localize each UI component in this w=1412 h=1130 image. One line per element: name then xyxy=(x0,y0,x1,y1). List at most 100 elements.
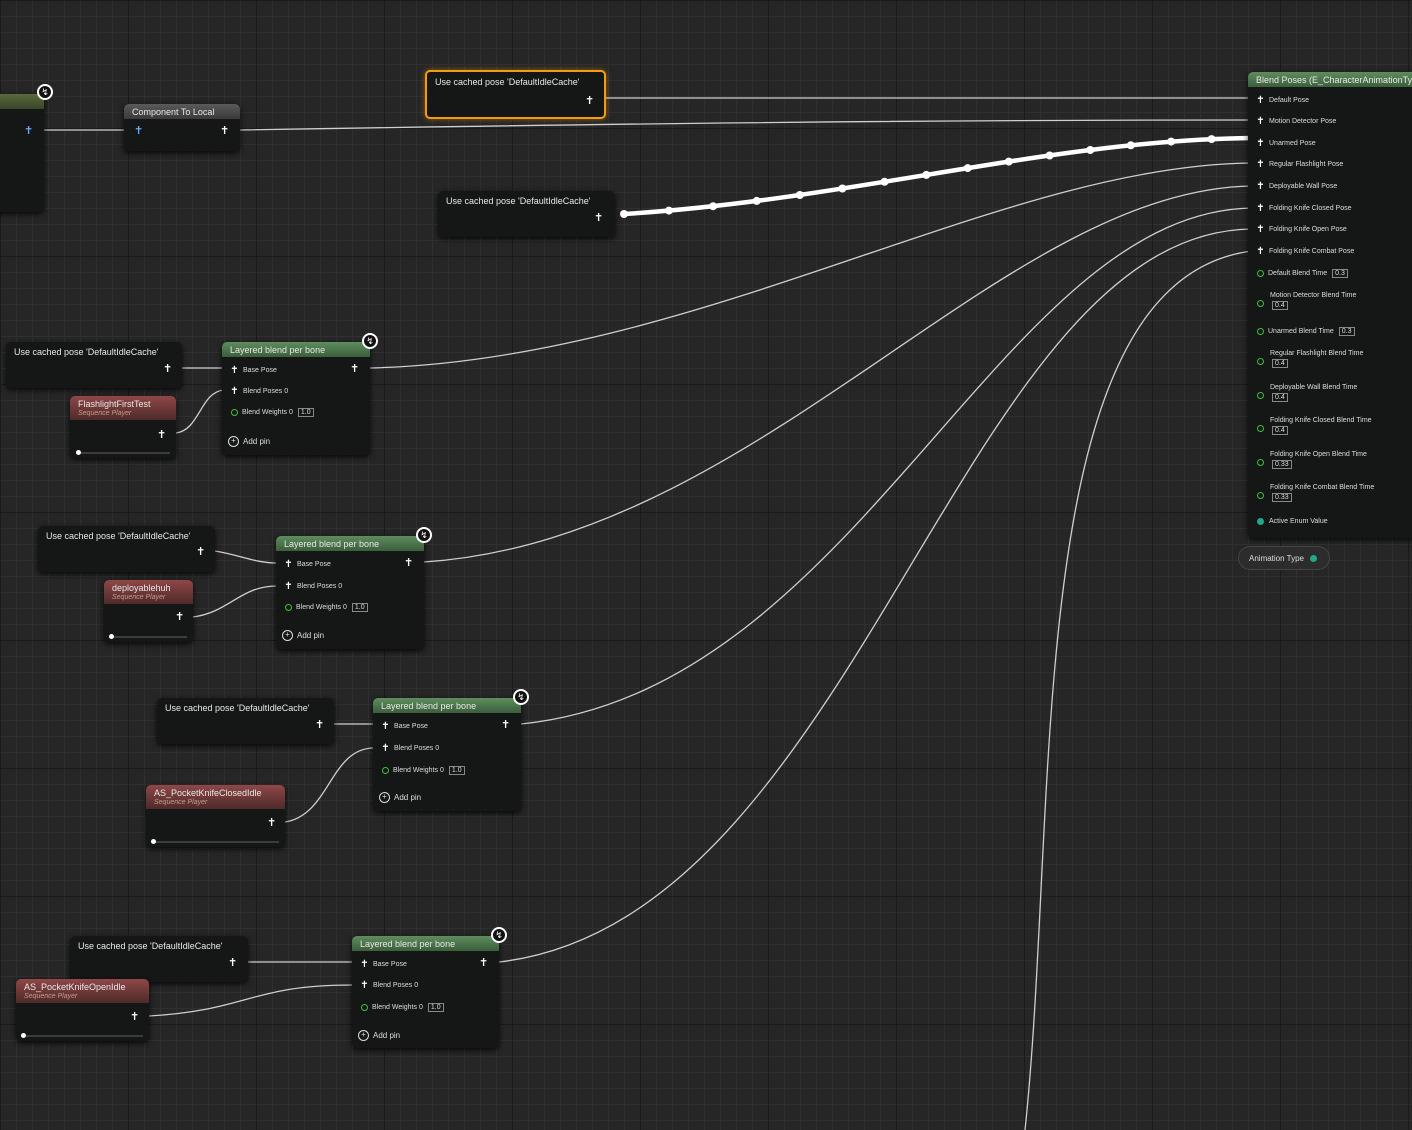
pose-pin-icon[interactable]: ✝ xyxy=(24,126,33,137)
sequence-player-node-3[interactable]: AS_PocketKnifeClosedIdle Sequence Player … xyxy=(146,785,285,847)
sequence-player-node-1[interactable]: FlashlightFirstTest Sequence Player ✝ xyxy=(70,396,176,458)
node-title: Use cached pose 'DefaultIdleCache' xyxy=(14,347,159,357)
cached-pose-node-unarmed[interactable]: Use cached pose 'DefaultIdleCache' ✝ xyxy=(438,191,615,237)
wire-flow-dot xyxy=(922,170,931,179)
pose-pin-icon[interactable]: ✝ xyxy=(228,958,237,969)
add-pin-button[interactable]: + Add pin xyxy=(282,630,324,641)
float-pin-icon xyxy=(1257,328,1264,335)
float-pin-icon[interactable] xyxy=(1257,425,1264,432)
blend-poses-by-enum-node[interactable]: Blend Poses (E_CharacterAnimationTy ✝ Def… xyxy=(1248,72,1412,538)
add-pin-button[interactable]: + Add pin xyxy=(379,792,421,803)
pose-pin-icon[interactable]: ✝ xyxy=(130,1012,139,1023)
pose-pin-icon[interactable]: ✝ xyxy=(479,958,488,969)
layered-blend-node-2[interactable]: Layered blend per bone ✝ Base Pose ✝ ✝ Ble… xyxy=(276,536,424,649)
float-pin-icon[interactable] xyxy=(1257,459,1264,466)
pose-pin-deployable-wall[interactable]: ✝ Deployable Wall Pose xyxy=(1256,181,1337,192)
active-enum-value-pin[interactable]: Active Enum Value xyxy=(1257,518,1328,525)
blend-weight-field[interactable]: 1.0 xyxy=(427,1003,444,1012)
cached-pose-node-selected[interactable]: Use cached pose 'DefaultIdleCache' ✝ xyxy=(425,70,606,119)
blend-poses-pin[interactable]: ✝ Blend Poses 0 xyxy=(230,386,288,397)
enum-pin-icon[interactable] xyxy=(1310,554,1317,562)
base-pose-pin[interactable]: ✝ Base Pose xyxy=(360,959,407,970)
blend-time-label: Motion Detector Blend Time xyxy=(1270,292,1357,299)
blend-poses-pin[interactable]: ✝ Blend Poses 0 xyxy=(381,743,439,754)
cached-pose-node-4[interactable]: Use cached pose 'DefaultIdleCache' ✝ xyxy=(70,936,248,982)
blend-time-field[interactable]: 0.4 xyxy=(1272,359,1288,368)
blend-weight-field[interactable]: 1.0 xyxy=(448,766,465,775)
layered-blend-node-3[interactable]: Layered blend per bone ✝ Base Pose ✝ ✝ Ble… xyxy=(373,698,521,811)
wire-flow-dot xyxy=(1004,157,1013,166)
base-pose-pin[interactable]: ✝ Base Pose xyxy=(381,721,428,732)
playback-slider[interactable] xyxy=(151,839,279,844)
blend-weight-field[interactable]: 1.0 xyxy=(351,603,368,612)
blend-weights-pin[interactable]: Blend Weights 0 1.0 xyxy=(285,603,368,612)
pose-pin-icon[interactable]: ✝ xyxy=(220,126,229,137)
pose-pin-icon[interactable]: ✝ xyxy=(163,364,172,375)
blend-weights-pin[interactable]: Blend Weights 0 1.0 xyxy=(231,408,314,417)
pose-pin-default[interactable]: ✝ Default Pose xyxy=(1256,95,1309,106)
pose-pin-icon[interactable]: ✝ xyxy=(134,126,143,137)
layered-blend-node-4[interactable]: Layered blend per bone ✝ Base Pose ✝ ✝ Ble… xyxy=(352,936,499,1048)
float-pin-icon[interactable] xyxy=(1257,358,1264,365)
blend-time-unarmed[interactable]: Unarmed Blend Time 0.3 xyxy=(1257,327,1355,336)
partial-node-left[interactable]: ✝ xyxy=(0,94,44,212)
pose-pin-regular-flashlight[interactable]: ✝ Regular Flashlight Pose xyxy=(1256,159,1343,170)
layered-blend-node-1[interactable]: Layered blend per bone ✝ Base Pose ✝ ✝ Ble… xyxy=(222,342,370,455)
cached-pose-node-1[interactable]: Use cached pose 'DefaultIdleCache' ✝ xyxy=(6,342,182,388)
blend-time-field[interactable]: 0.33 xyxy=(1272,493,1292,502)
add-pin-button[interactable]: + Add pin xyxy=(358,1030,400,1041)
wire-flow-dot xyxy=(1167,137,1176,146)
blend-time-field[interactable]: 0.4 xyxy=(1272,393,1288,402)
base-pose-pin[interactable]: ✝ Base Pose xyxy=(230,365,277,376)
node-title: AS_PocketKnifeOpenIdle Sequence Player xyxy=(16,979,149,1003)
blend-time-field[interactable]: 0.3 xyxy=(1332,269,1348,278)
sequence-player-node-4[interactable]: AS_PocketKnifeOpenIdle Sequence Player ✝ xyxy=(16,979,149,1041)
wire-flow-dot xyxy=(620,210,628,218)
sequence-player-node-2[interactable]: deployablehuh Sequence Player ✝ xyxy=(104,580,193,642)
pose-pin-icon[interactable]: ✝ xyxy=(585,96,594,107)
node-title: Use cached pose 'DefaultIdleCache' xyxy=(165,703,310,713)
pose-pin-folding-knife-open[interactable]: ✝ Folding Knife Open Pose xyxy=(1256,224,1347,235)
cached-pose-node-2[interactable]: Use cached pose 'DefaultIdleCache' ✝ xyxy=(38,526,215,572)
blend-weight-field[interactable]: 1.0 xyxy=(297,408,314,417)
pose-pin-icon[interactable]: ✝ xyxy=(196,547,205,558)
blend-weights-pin[interactable]: Blend Weights 0 1.0 xyxy=(382,766,465,775)
component-to-local-node[interactable]: Component To Local ✝ ✝ xyxy=(124,104,240,151)
add-pin-button[interactable]: + Add pin xyxy=(228,436,270,447)
cached-pose-node-3[interactable]: Use cached pose 'DefaultIdleCache' ✝ xyxy=(157,698,334,744)
wire-flow-dot xyxy=(880,177,889,186)
add-pin-icon: + xyxy=(228,436,239,447)
blend-time-field[interactable]: 0.4 xyxy=(1272,301,1288,310)
wire-flow-dot xyxy=(752,196,761,205)
pose-pin-icon[interactable]: ✝ xyxy=(315,720,324,731)
blend-time-field[interactable]: 0.4 xyxy=(1272,426,1288,435)
playback-slider[interactable] xyxy=(21,1033,143,1038)
pose-pin-icon[interactable]: ✝ xyxy=(350,364,359,375)
pose-pin-icon: ✝ xyxy=(1256,203,1265,214)
pose-pin-icon[interactable]: ✝ xyxy=(594,213,603,224)
float-pin-icon[interactable] xyxy=(1257,492,1264,499)
pose-pin-unarmed[interactable]: ✝ Unarmed Pose xyxy=(1256,138,1315,149)
base-pose-pin[interactable]: ✝ Base Pose xyxy=(284,559,331,570)
playback-slider[interactable] xyxy=(76,450,170,455)
wire-flow-dot xyxy=(963,164,972,173)
pose-pin-icon[interactable]: ✝ xyxy=(501,720,510,731)
pose-pin-folding-knife-closed[interactable]: ✝ Folding Knife Closed Pose xyxy=(1256,203,1351,214)
blend-time-default[interactable]: Default Blend Time 0.3 xyxy=(1257,269,1348,278)
blend-time-field[interactable]: 0.33 xyxy=(1272,460,1292,469)
playback-slider[interactable] xyxy=(109,634,187,639)
blend-poses-pin[interactable]: ✝ Blend Poses 0 xyxy=(284,581,342,592)
blend-time-field[interactable]: 0.3 xyxy=(1338,327,1355,336)
float-pin-icon[interactable] xyxy=(1257,300,1264,307)
pose-pin-icon[interactable]: ✝ xyxy=(157,430,166,441)
pose-pin-motion-detector[interactable]: ✝ Motion Detector Pose xyxy=(1256,116,1336,127)
pose-pin-icon[interactable]: ✝ xyxy=(175,612,184,623)
pose-pin-folding-knife-combat[interactable]: ✝ Folding Knife Combat Pose xyxy=(1256,246,1354,257)
wire-flow-dot xyxy=(709,202,718,211)
blend-poses-pin[interactable]: ✝ Blend Poses 0 xyxy=(360,980,418,991)
pose-pin-icon[interactable]: ✝ xyxy=(267,818,276,829)
animation-type-variable-node[interactable]: Animation Type xyxy=(1238,546,1330,570)
pose-pin-icon[interactable]: ✝ xyxy=(404,558,413,569)
blend-weights-pin[interactable]: Blend Weights 0 1.0 xyxy=(361,1003,444,1012)
float-pin-icon[interactable] xyxy=(1257,392,1264,399)
